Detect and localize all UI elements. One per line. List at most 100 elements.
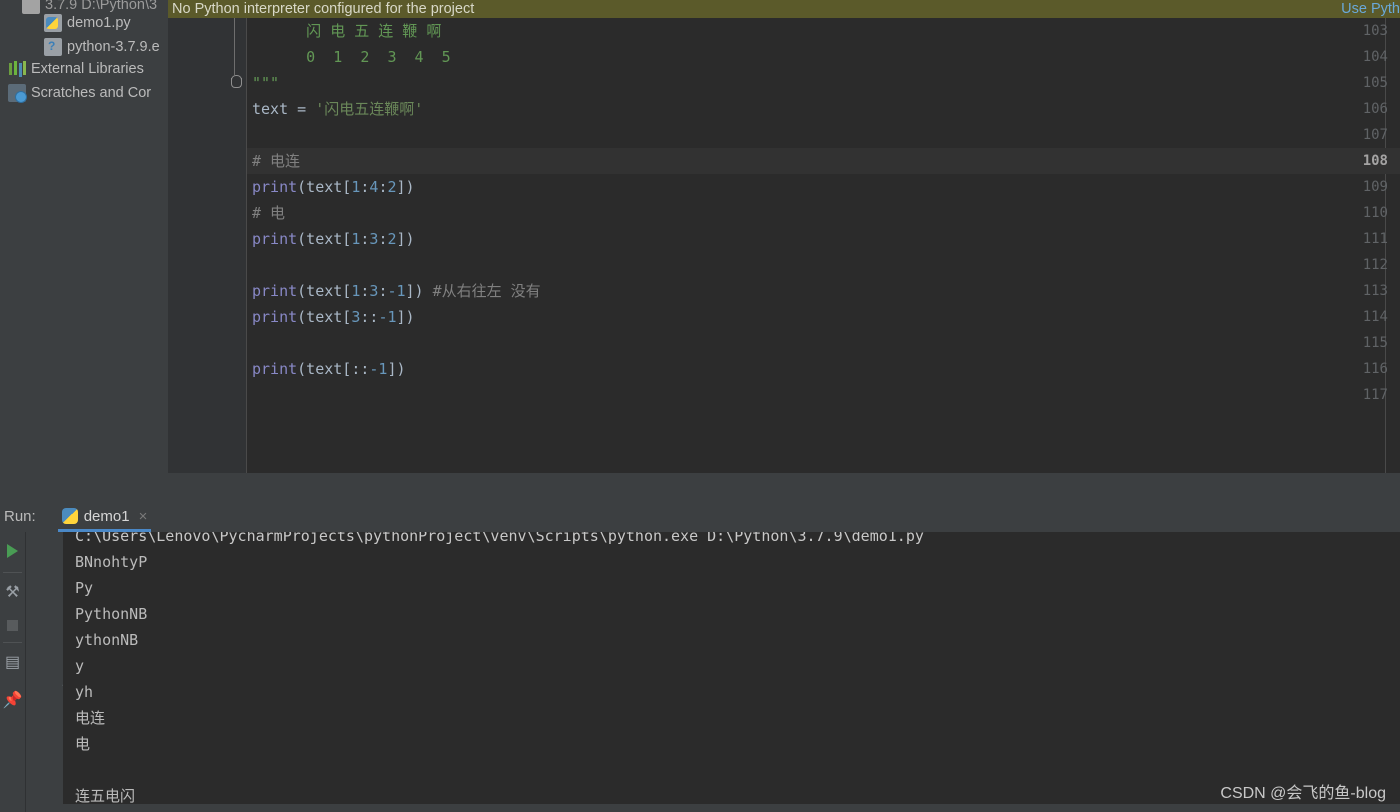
line-number: 106 bbox=[1362, 101, 1388, 117]
code-token: ]) bbox=[396, 230, 415, 248]
line-number: 116 bbox=[1362, 361, 1388, 377]
line-number: 105 bbox=[1362, 75, 1388, 91]
code-token: (text[:: bbox=[297, 360, 370, 378]
code-token: # 电 bbox=[252, 204, 286, 222]
tree-item-label: Scratches and Cor bbox=[31, 85, 152, 101]
code-line[interactable]: print(text[1:3:2]) bbox=[252, 226, 415, 252]
console-line: y bbox=[75, 657, 85, 675]
close-icon[interactable]: × bbox=[139, 508, 148, 525]
code-token: print bbox=[252, 230, 298, 248]
code-line[interactable]: print(text[::-1]) bbox=[252, 356, 406, 382]
current-line-highlight bbox=[247, 148, 1400, 174]
code-line[interactable]: # 电连 bbox=[252, 148, 300, 174]
code-token: (text[ bbox=[297, 178, 352, 196]
console-line: C:\Users\Lenovo\PycharmProjects\pythonPr… bbox=[75, 532, 924, 545]
pin-tab-button[interactable]: 📌 bbox=[0, 688, 25, 714]
code-line[interactable]: print(text[1:3:-1]) #从右往左 没有 bbox=[252, 278, 541, 304]
layout-icon: ▤ bbox=[4, 654, 21, 671]
tree-item-2[interactable]: python-3.7.9.e bbox=[0, 36, 160, 58]
line-number: 113 bbox=[1362, 283, 1388, 299]
code-line[interactable]: """ bbox=[252, 70, 279, 96]
run-secondary-toolbar[interactable]: ↑↓↩⬇⎙🗑 bbox=[26, 532, 81, 812]
code-line[interactable]: text = '闪电五连鞭啊' bbox=[252, 96, 423, 122]
code-token: text bbox=[252, 100, 298, 118]
gutter-separator bbox=[246, 18, 247, 473]
interpreter-warning-banner[interactable]: No Python interpreter configured for the… bbox=[168, 0, 1400, 18]
code-line[interactable]: 闪 电 五 连 鞭 啊 bbox=[252, 18, 441, 44]
line-number: 112 bbox=[1362, 257, 1388, 273]
code-token: 2 bbox=[387, 230, 397, 248]
line-number: 108 bbox=[1362, 153, 1388, 169]
tree-item-3[interactable]: External Libraries bbox=[0, 58, 144, 80]
external-libraries-icon bbox=[8, 60, 26, 78]
use-python-link[interactable]: Use Pyth bbox=[1341, 0, 1400, 18]
code-token: 0 1 2 3 4 5 bbox=[252, 48, 451, 66]
code-token: (text[ bbox=[297, 282, 352, 300]
console-line: ythonNB bbox=[75, 631, 139, 649]
line-number: 104 bbox=[1362, 49, 1388, 65]
pycharm-window: 3.7.9 D:\Python\3demo1.pypython-3.7.9.eE… bbox=[0, 0, 1400, 812]
stop-button[interactable] bbox=[0, 612, 25, 638]
tree-item-label: demo1.py bbox=[67, 15, 131, 31]
banner-message: No Python interpreter configured for the… bbox=[172, 1, 475, 17]
play-icon bbox=[7, 544, 18, 558]
code-line[interactable]: print(text[3::-1]) bbox=[252, 304, 415, 330]
console-line: 电连 bbox=[75, 709, 106, 727]
code-token: print bbox=[252, 360, 298, 378]
code-line[interactable]: 0 1 2 3 4 5 bbox=[252, 44, 451, 70]
code-token: print bbox=[252, 308, 298, 326]
code-token: #从右往左 没有 bbox=[432, 282, 541, 300]
run-tab-label: demo1 bbox=[83, 507, 130, 525]
code-token: print bbox=[252, 178, 298, 196]
run-button[interactable] bbox=[0, 538, 25, 564]
code-editor[interactable]: 103 闪 电 五 连 鞭 啊 104 0 1 2 3 4 5 105 """ 106 t… bbox=[168, 18, 1400, 473]
code-token: -1 bbox=[378, 308, 397, 326]
code-token: print bbox=[252, 282, 298, 300]
scratches-icon bbox=[8, 84, 27, 103]
line-number: 110 bbox=[1362, 205, 1388, 221]
line-number: 109 bbox=[1362, 179, 1388, 195]
pin-tab-icon: 📌 bbox=[2, 692, 23, 709]
code-line[interactable]: print(text[1:4:2]) bbox=[252, 174, 415, 200]
tree-item-1[interactable]: demo1.py bbox=[0, 12, 131, 34]
toolbar-separator bbox=[3, 642, 22, 643]
stop-icon bbox=[7, 619, 18, 631]
code-token: '闪电五连鞭啊' bbox=[315, 100, 424, 118]
settings-wrench-icon[interactable]: ⚒ bbox=[0, 580, 25, 606]
code-token: 闪 电 五 连 鞭 啊 bbox=[252, 22, 442, 40]
code-token: ]) bbox=[405, 282, 433, 300]
code-fold-icon[interactable] bbox=[230, 75, 242, 89]
code-line[interactable]: # 电 bbox=[252, 200, 285, 226]
console-line: Py bbox=[75, 579, 94, 597]
run-tool-window[interactable]: Run: demo1 × ⚒ ▤ 📌 ↑↓↩⬇⎙🗑 C:\Users\Lenovo\… bbox=[0, 500, 1400, 812]
project-sidebar[interactable]: 3.7.9 D:\Python\3demo1.pypython-3.7.9.eE… bbox=[0, 0, 168, 500]
console-line: yh bbox=[75, 683, 94, 701]
console-output[interactable]: C:\Users\Lenovo\PycharmProjects\pythonPr… bbox=[63, 532, 1400, 804]
code-token: :: bbox=[360, 308, 379, 326]
code-token: ]) bbox=[387, 360, 406, 378]
line-number: 107 bbox=[1362, 127, 1388, 143]
tree-item-label: python-3.7.9.e bbox=[67, 39, 160, 55]
sidebar-hscroll-track[interactable] bbox=[0, 489, 168, 498]
code-token: ]) bbox=[396, 308, 415, 326]
run-window-header: Run: demo1 × bbox=[0, 500, 1400, 532]
tree-item-label: External Libraries bbox=[31, 61, 144, 77]
python-file-icon bbox=[61, 508, 78, 524]
code-token: """ bbox=[252, 74, 280, 92]
toolbar-separator bbox=[3, 572, 22, 573]
line-number: 117 bbox=[1362, 387, 1388, 403]
line-number: 115 bbox=[1362, 335, 1388, 351]
run-primary-toolbar[interactable]: ⚒ ▤ 📌 bbox=[0, 532, 25, 812]
line-number: 114 bbox=[1362, 309, 1388, 325]
console-line: PythonNB bbox=[75, 605, 148, 623]
line-number: 111 bbox=[1362, 231, 1388, 247]
python-unknown-file-icon bbox=[44, 38, 62, 56]
tree-item-4[interactable]: Scratches and Cor bbox=[0, 82, 151, 104]
run-window-title: Run: bbox=[4, 507, 36, 525]
settings-wrench-icon-icon: ⚒ bbox=[5, 584, 20, 601]
console-line: 电 bbox=[75, 735, 91, 753]
layout-button[interactable]: ▤ bbox=[0, 650, 25, 676]
run-tab-demo1[interactable]: demo1 × bbox=[57, 500, 152, 532]
code-token: (text[ bbox=[297, 230, 352, 248]
python-file-icon bbox=[44, 14, 62, 32]
